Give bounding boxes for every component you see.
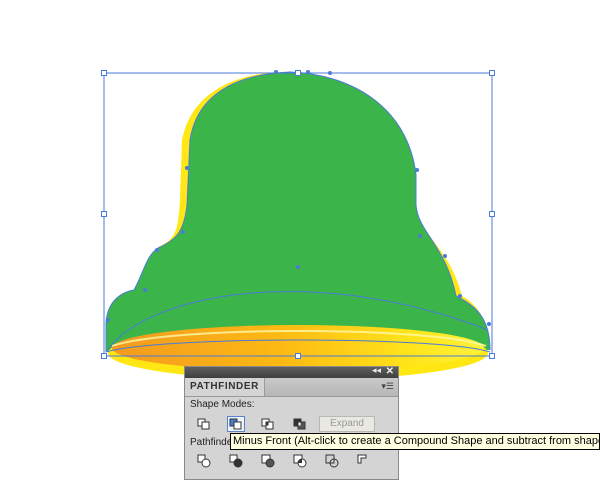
minus-back-icon [357,454,367,464]
crop-icon [293,454,307,468]
tab-pathfinder[interactable]: PATHFINDER [185,378,265,396]
exclude-button[interactable] [291,416,309,432]
crop-button[interactable] [291,453,309,469]
minus-front-icon [229,418,242,430]
minus-back-button[interactable] [355,453,373,469]
double-chevron-left-icon[interactable]: ◂◂ [372,365,381,376]
divide-icon [197,454,211,468]
expand-button[interactable]: Expand [319,416,375,432]
tooltip: Minus Front (Alt-click to create a Compo… [230,433,600,450]
intersect-button[interactable] [259,416,277,432]
close-icon[interactable]: ✕ [386,366,394,377]
exclude-icon [293,418,306,430]
trim-button[interactable] [227,453,245,469]
divide-button[interactable] [195,453,213,469]
intersect-icon [261,418,274,430]
unite-button[interactable] [195,416,213,432]
outline-icon [325,454,339,468]
minus-front-button[interactable] [227,416,245,432]
merge-button[interactable] [259,453,277,469]
panel-menu-icon[interactable]: ▾☰ [381,381,394,392]
merge-icon [261,454,275,468]
shape-modes-label: Shape Modes: [190,399,255,410]
outline-button[interactable] [323,453,341,469]
trim-icon [229,454,243,468]
bell-body-shape[interactable] [106,72,490,352]
pathfinders-label: Pathfinde [190,437,233,448]
pathfinder-panel: ◂◂ ✕ PATHFINDER ▾☰ Shape Modes: Expand P… [184,365,399,480]
panel-title-bar[interactable]: ◂◂ ✕ [185,365,398,378]
panel-tab-row: PATHFINDER ▾☰ [185,378,398,397]
unite-icon [197,418,210,430]
